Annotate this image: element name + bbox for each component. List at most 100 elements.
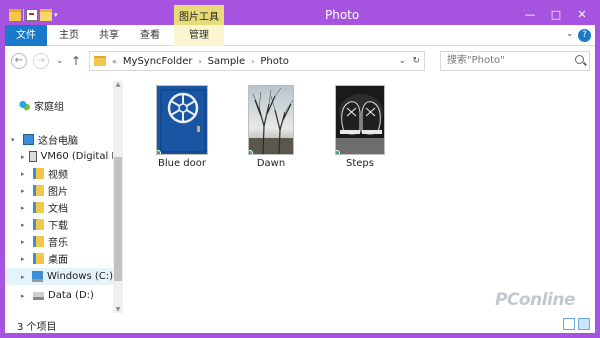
collapse-icon[interactable]: ▾ [11,136,19,144]
breadcrumb-sample[interactable]: Sample [208,56,246,67]
quick-access-toolbar: ▾ [9,5,58,25]
library-icon [33,253,44,264]
steps-image [336,86,384,154]
drive-icon [33,291,44,300]
folder-icon [94,56,106,66]
item-count: 3 个项目 [17,322,57,333]
breadcrumb-photo[interactable]: Photo [260,56,289,67]
back-button[interactable]: ← [11,53,27,69]
sync-status-icon [336,150,340,154]
sync-status-icon [157,150,161,154]
nav-item-label: Data (D:) [48,290,94,301]
nav-item-label: 桌面 [48,255,68,266]
address-bar[interactable]: « MySyncFolder › Sample › Photo ⌄ ↻ [89,51,425,71]
nav-item-vm60[interactable]: ▸ VM60 (Digital M [21,148,113,165]
dawn-image [249,86,293,154]
details-view-icon[interactable] [563,318,575,330]
nav-item-label: 文档 [48,204,68,215]
nav-item-music[interactable]: ▸ 音乐 [21,233,113,250]
library-icon [33,236,44,247]
title-bar: ▾ 图片工具 Photo — □ ✕ [5,5,595,25]
forward-button[interactable]: → [33,53,49,69]
maximize-button[interactable]: □ [543,5,569,25]
recent-locations-button[interactable]: ⌄ [56,53,64,69]
folder-icon[interactable] [9,9,21,21]
expand-icon[interactable]: ▸ [21,187,29,195]
search-icon[interactable] [575,55,584,64]
refresh-button[interactable]: ↻ [412,52,420,70]
customize-toolbar-icon[interactable]: ▾ [54,11,58,19]
file-name[interactable]: Steps [320,158,400,169]
file-thumbnail [248,85,294,155]
properties-icon[interactable] [26,9,38,21]
file-item-steps[interactable]: Steps [320,85,400,169]
expand-icon[interactable]: ▸ [21,238,29,246]
computer-icon [23,134,34,145]
tab-view[interactable]: 查看 [131,25,169,46]
expand-icon[interactable]: ▸ [21,170,29,178]
nav-item-label: 家庭组 [34,102,64,113]
toolbar-divider [23,9,24,21]
overflow-chevron[interactable]: « [112,57,117,66]
file-item-dawn[interactable]: Dawn [231,85,311,169]
nav-pane-scrollbar[interactable]: ▲ ▼ [113,81,123,313]
tab-home[interactable]: 主页 [51,25,87,46]
nav-item-label: 这台电脑 [38,136,78,147]
nav-item-videos[interactable]: ▸ 视频 [21,165,113,182]
nav-item-documents[interactable]: ▸ 文档 [21,199,113,216]
file-name[interactable]: Dawn [231,158,311,169]
nav-item-label: 视频 [48,170,68,181]
scroll-up-icon[interactable]: ▲ [113,81,123,88]
expand-icon[interactable]: ▸ [21,153,25,161]
nav-item-label: 下载 [48,221,68,232]
picture-tools-header: 图片工具 [174,5,224,25]
nav-item-homegroup[interactable]: 家庭组 [19,97,127,114]
breadcrumb-separator[interactable]: › [251,57,254,66]
navigation-bar: ← → ⌄ ↑ « MySyncFolder › Sample › Photo … [5,47,595,75]
nav-item-downloads[interactable]: ▸ 下载 [21,216,113,233]
expand-ribbon-icon[interactable]: ⌄ [566,29,574,39]
file-item-blue-door[interactable]: Blue door [142,85,222,169]
scroll-down-icon[interactable]: ▼ [113,306,123,313]
search-placeholder: 搜索"Photo" [447,55,505,66]
expand-icon[interactable]: ▸ [21,292,29,300]
search-input[interactable]: 搜索"Photo" [440,51,590,71]
nav-item-data-d[interactable]: ▸ Data (D:) [21,287,113,304]
expand-icon[interactable]: ▸ [21,273,28,281]
ribbon-tab-bar: 文件 主页 共享 查看 管理 ⌄ ? [5,25,595,46]
breadcrumb-mysyncfolder[interactable]: MySyncFolder [123,56,193,67]
nav-item-pictures[interactable]: ▸ 图片 [21,182,113,199]
system-drive-icon [32,271,44,282]
homegroup-icon [19,100,30,111]
explorer-window: ▾ 图片工具 Photo — □ ✕ 文件 主页 共享 查看 管理 ⌄ ? ← … [0,0,600,338]
nav-item-label: 图片 [48,187,68,198]
tab-share[interactable]: 共享 [91,25,127,46]
tab-manage[interactable]: 管理 [174,25,224,46]
expand-icon[interactable]: ▸ [21,204,29,212]
address-dropdown-button[interactable]: ⌄ [398,52,406,70]
library-icon [33,219,44,230]
nav-item-label: Windows (C:) [47,271,113,282]
expand-icon[interactable]: ▸ [21,221,29,229]
tab-file[interactable]: 文件 [5,25,47,46]
file-thumbnail [156,85,208,155]
nav-item-windows-c[interactable]: ▸ Windows (C:) [5,268,113,285]
blue-door-image [157,86,207,154]
file-name[interactable]: Blue door [142,158,222,169]
library-icon [33,168,44,179]
watermark-logo: PConline [495,290,576,310]
close-button[interactable]: ✕ [569,5,595,25]
up-button[interactable]: ↑ [71,53,81,69]
nav-item-desktop[interactable]: ▸ 桌面 [21,250,113,267]
large-icons-view-icon[interactable] [578,318,590,330]
minimize-button[interactable]: — [517,5,543,25]
new-folder-icon[interactable] [40,9,52,21]
help-icon[interactable]: ? [578,29,591,42]
scrollbar-thumb[interactable] [114,157,122,281]
navigation-pane: 家庭组 ▾ 这台电脑 ▸ VM60 (Digital M ▸ 视频 ▸ 图片 ▸… [5,77,123,313]
nav-item-label: 音乐 [48,238,68,249]
breadcrumb-separator[interactable]: › [198,57,201,66]
nav-item-this-pc[interactable]: ▾ 这台电脑 [11,131,119,148]
file-list: Blue door Dawn Steps [125,77,593,313]
expand-icon[interactable]: ▸ [21,255,29,263]
